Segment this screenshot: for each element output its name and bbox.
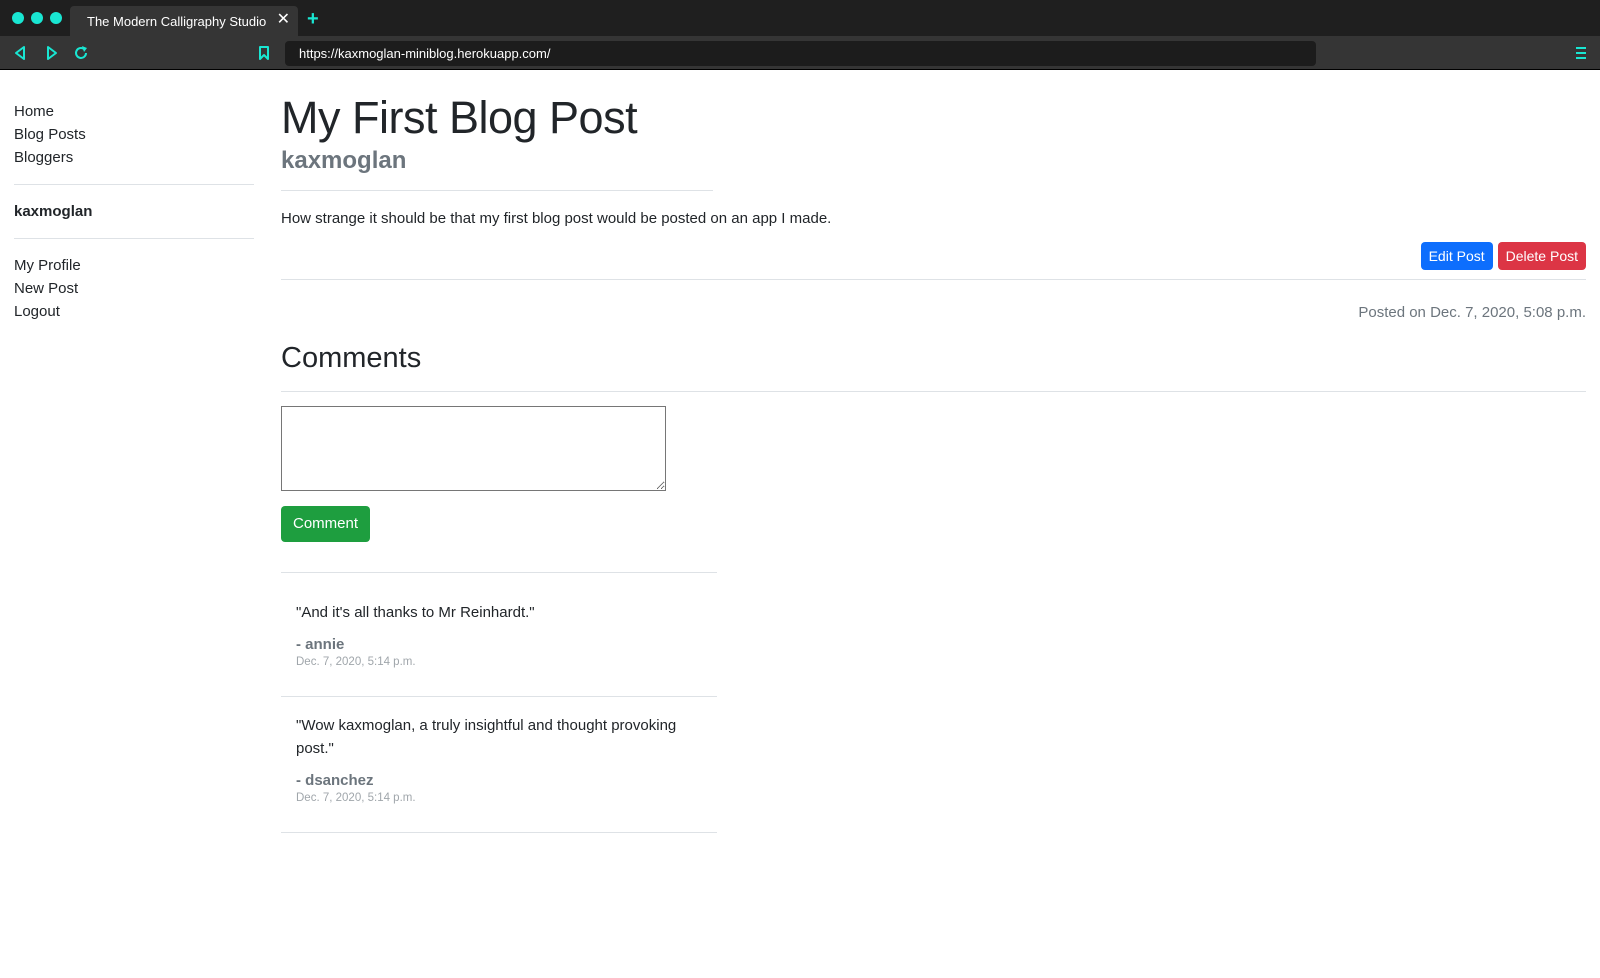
reload-icon[interactable] — [72, 44, 90, 62]
sidebar-divider — [14, 184, 254, 185]
sidebar: Home Blog Posts Bloggers kaxmoglan My Pr… — [14, 100, 254, 323]
window-minimize-dot[interactable] — [31, 12, 43, 24]
title-divider — [281, 190, 713, 191]
browser-nav-bar: https://kaxmoglan-miniblog.herokuapp.com… — [0, 36, 1600, 70]
comment-text: "Wow kaxmoglan, a truly insightful and t… — [296, 717, 677, 757]
edit-post-button[interactable]: Edit Post — [1420, 242, 1493, 270]
comment-item: "Wow kaxmoglan, a truly insightful and t… — [281, 696, 717, 833]
posted-on-date: Posted on Dec. 7, 2020, 5:08 p.m. — [1358, 304, 1586, 321]
browser-tab[interactable]: The Modern Calligraphy Studio ✕ — [70, 6, 298, 36]
delete-post-button[interactable]: Delete Post — [1497, 242, 1586, 270]
comment-item: "And it's all thanks to Mr Reinhardt." -… — [281, 572, 717, 696]
sidebar-link-my-profile[interactable]: My Profile — [14, 254, 254, 277]
sidebar-divider — [14, 238, 254, 239]
comment-input[interactable] — [281, 406, 666, 491]
address-bar[interactable]: https://kaxmoglan-miniblog.herokuapp.com… — [285, 41, 1316, 66]
post-divider — [281, 279, 1586, 280]
url-text: https://kaxmoglan-miniblog.herokuapp.com… — [299, 46, 551, 61]
tab-close-icon[interactable]: ✕ — [277, 11, 290, 29]
comment-author: - annie — [296, 636, 345, 653]
bookmark-icon[interactable] — [255, 44, 273, 62]
post-title: My First Blog Post — [281, 92, 638, 143]
sidebar-link-logout[interactable]: Logout — [14, 300, 254, 323]
forward-icon[interactable] — [42, 44, 60, 62]
sidebar-link-home[interactable]: Home — [14, 100, 254, 123]
window-close-dot[interactable] — [12, 12, 24, 24]
comments-heading: Comments — [281, 342, 422, 374]
sidebar-link-new-post[interactable]: New Post — [14, 277, 254, 300]
main-content: My First Blog Post kaxmoglan How strange… — [281, 90, 1586, 833]
tab-title: The Modern Calligraphy Studio — [87, 14, 267, 29]
post-actions: Edit Post Delete Post — [1420, 242, 1586, 270]
post-body: How strange it should be that my first b… — [281, 210, 832, 227]
comment-author: - dsanchez — [296, 772, 374, 789]
browser-tab-bar: The Modern Calligraphy Studio ✕ + — [0, 0, 1600, 36]
comment-submit-button[interactable]: Comment — [281, 506, 371, 542]
comment-text: "And it's all thanks to Mr Reinhardt." — [296, 604, 535, 621]
post-author[interactable]: kaxmoglan — [281, 146, 1586, 176]
comment-date: Dec. 7, 2020, 5:14 p.m. — [296, 792, 416, 804]
menu-icon[interactable] — [1572, 44, 1590, 62]
sidebar-link-bloggers[interactable]: Bloggers — [14, 146, 254, 169]
window-maximize-dot[interactable] — [50, 12, 62, 24]
comments-list: "And it's all thanks to Mr Reinhardt." -… — [281, 572, 717, 833]
comment-date: Dec. 7, 2020, 5:14 p.m. — [296, 656, 416, 668]
new-tab-button[interactable]: + — [307, 9, 319, 29]
comments-divider — [281, 391, 1586, 392]
back-icon[interactable] — [12, 44, 30, 62]
sidebar-username: kaxmoglan — [14, 203, 93, 220]
sidebar-link-blog-posts[interactable]: Blog Posts — [14, 123, 254, 146]
